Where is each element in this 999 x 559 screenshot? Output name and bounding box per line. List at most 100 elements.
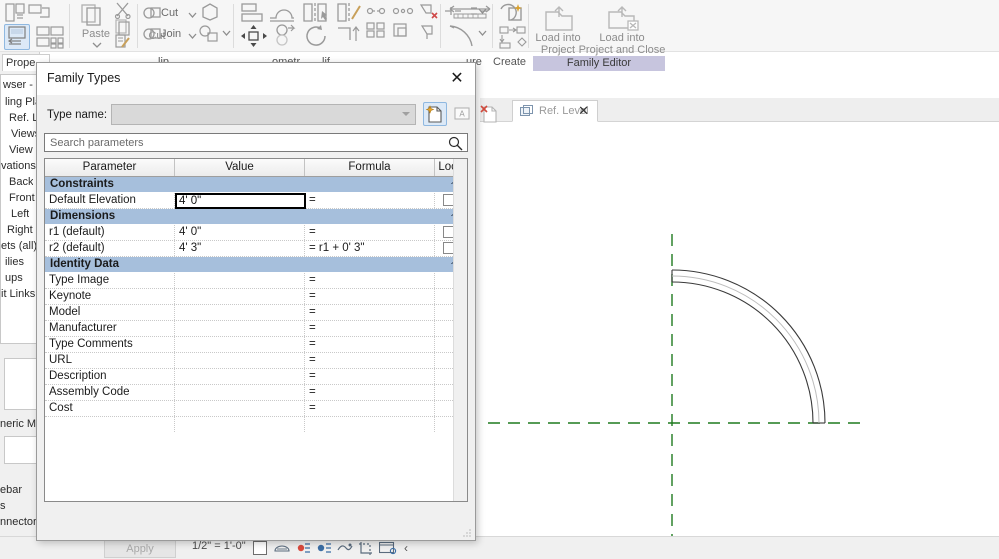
move-icon[interactable] [240, 24, 268, 48]
cell-formula[interactable]: = [305, 289, 435, 304]
cell-value[interactable] [175, 353, 305, 368]
dialog-title-bar[interactable]: Family Types ✕ [37, 63, 475, 95]
scale-icon[interactable] [392, 4, 414, 18]
properties-palette-icon[interactable] [4, 2, 26, 24]
cell-value[interactable] [175, 321, 305, 336]
load-into-close-line1[interactable]: Load into [560, 32, 684, 44]
trim-extend-icon[interactable] [336, 24, 362, 48]
cell-formula[interactable]: = [305, 401, 435, 416]
group-header-constraints[interactable]: Constraints ⌃ [45, 177, 467, 193]
measure-along-element-icon[interactable] [448, 24, 482, 50]
browser-item-elevations[interactable]: vations [1, 159, 36, 174]
table-row[interactable]: Type Image = [45, 273, 467, 289]
load-into-close-line2[interactable]: Project and Close [560, 44, 684, 56]
view-tab-close-icon[interactable]: ✕ [577, 104, 591, 118]
column-header-parameter[interactable]: Parameter [45, 159, 175, 176]
create-group-icon[interactable] [498, 2, 526, 26]
cell-value[interactable] [175, 401, 305, 416]
mirror-pick-axis-icon[interactable] [302, 2, 328, 24]
cell-value[interactable] [175, 337, 305, 352]
cell-formula[interactable]: = [305, 225, 435, 240]
cell-formula[interactable]: = r1 + 0' 3" [305, 241, 435, 256]
browser-item-back[interactable]: Back [9, 175, 33, 190]
match-type-icon[interactable] [114, 33, 132, 51]
tab-family-editor[interactable]: Family Editor [533, 56, 665, 71]
rename-type-button[interactable]: A [450, 102, 474, 126]
paste-label[interactable]: Paste [74, 28, 118, 40]
visual-style-icon[interactable] [274, 541, 290, 558]
dialog-close-icon[interactable]: ✕ [443, 67, 471, 91]
type-name-combo[interactable] [111, 104, 416, 125]
cell-formula[interactable]: = [305, 193, 435, 208]
table-row[interactable]: Default Elevation = 4' 0" [45, 193, 467, 209]
split-face-icon[interactable] [198, 24, 224, 44]
ungroup-icon[interactable] [392, 22, 414, 38]
project-browser[interactable]: wser - a ling Pla Ref. Le Views View 1 v… [0, 74, 40, 344]
cell-value[interactable] [175, 273, 305, 288]
table-row[interactable]: Manufacturer = [45, 321, 467, 337]
cell-value[interactable] [175, 385, 305, 400]
cell-value[interactable]: 4' 0" [175, 225, 305, 240]
load-into-project-and-close-icon[interactable] [606, 4, 640, 32]
render-dialog-icon[interactable] [337, 541, 353, 558]
load-into-project-icon[interactable] [542, 4, 576, 32]
browser-item-revit-links[interactable]: it Links [1, 287, 35, 302]
browser-item-floor-plans[interactable]: ling Pla [5, 95, 39, 110]
family-category-icon[interactable] [36, 26, 66, 50]
offset-icon[interactable] [268, 2, 296, 24]
measure2-dropdown-icon[interactable] [478, 30, 487, 36]
search-parameters-box[interactable] [44, 133, 468, 152]
cut-geometry-label[interactable]: Cut [161, 7, 178, 19]
parameters-table[interactable]: Parameter Value Formula Lock Constraints… [44, 158, 468, 502]
table-row[interactable]: URL = [45, 353, 467, 369]
cell-formula[interactable]: = [305, 305, 435, 320]
measure-dropdown-icon[interactable] [478, 8, 487, 14]
demolish-icon[interactable] [200, 2, 220, 22]
join-geometry-icon[interactable] [142, 26, 162, 42]
mirror-draw-axis-icon[interactable] [336, 2, 362, 24]
table-row[interactable]: r2 (default) 4' 3" = r1 + 0' 3" [45, 241, 467, 257]
browser-item-sheets[interactable]: ets (all) [1, 239, 37, 254]
status-bar-chevron[interactable]: ‹ [404, 541, 408, 555]
group-header-identity-data[interactable]: Identity Data ⌃ [45, 257, 467, 273]
view-tab-ref-level[interactable]: Ref. Level ✕ [512, 100, 598, 122]
search-icon[interactable] [448, 136, 463, 154]
view-scale-label[interactable]: 1/2" = 1'-0" [192, 540, 246, 552]
browser-item-families[interactable]: ilies [5, 255, 24, 270]
measure-between-icon[interactable] [448, 4, 496, 22]
copy-move-icon[interactable] [272, 24, 300, 48]
cut-clipboard-icon[interactable] [114, 1, 132, 19]
join-dropdown-icon[interactable] [188, 33, 197, 39]
table-row[interactable]: Type Comments = [45, 337, 467, 353]
cell-formula[interactable]: = [305, 337, 435, 352]
rotate-icon[interactable] [304, 24, 330, 48]
unpin-icon[interactable] [418, 2, 438, 20]
column-header-formula[interactable]: Formula [305, 159, 435, 176]
align-icon[interactable] [240, 2, 266, 24]
value-edit-field[interactable]: 4' 0" [175, 193, 306, 209]
scrollbar-thumb[interactable] [455, 160, 467, 460]
table-row[interactable]: Keynote = [45, 289, 467, 305]
cell-formula[interactable]: = [305, 369, 435, 384]
crop-view-icon[interactable] [358, 541, 374, 558]
sidebar-label[interactable]: ebar [0, 484, 22, 496]
paste-icon[interactable] [79, 3, 105, 27]
browser-item-right[interactable]: Right [7, 223, 33, 238]
sun-path-icon[interactable] [295, 541, 311, 558]
table-row[interactable]: r1 (default) 4' 0" = [45, 225, 467, 241]
cut-geometry-icon[interactable] [142, 5, 162, 21]
temporary-hide-isolate-icon[interactable] [378, 541, 397, 558]
chevron-down-icon[interactable] [402, 112, 410, 116]
cell-formula[interactable]: = [305, 353, 435, 368]
cell-value[interactable] [175, 305, 305, 320]
group-icon[interactable] [366, 22, 388, 38]
cut-dropdown-icon[interactable] [188, 12, 197, 18]
table-row[interactable]: Description = [45, 369, 467, 385]
column-header-value[interactable]: Value [175, 159, 305, 176]
delete-type-button[interactable] [477, 102, 501, 126]
pin-icon[interactable] [418, 22, 438, 40]
drawing-canvas[interactable] [480, 122, 999, 536]
type-properties-icon[interactable] [28, 2, 52, 24]
browser-item-left[interactable]: Left [11, 207, 29, 222]
cell-value[interactable] [175, 289, 305, 304]
